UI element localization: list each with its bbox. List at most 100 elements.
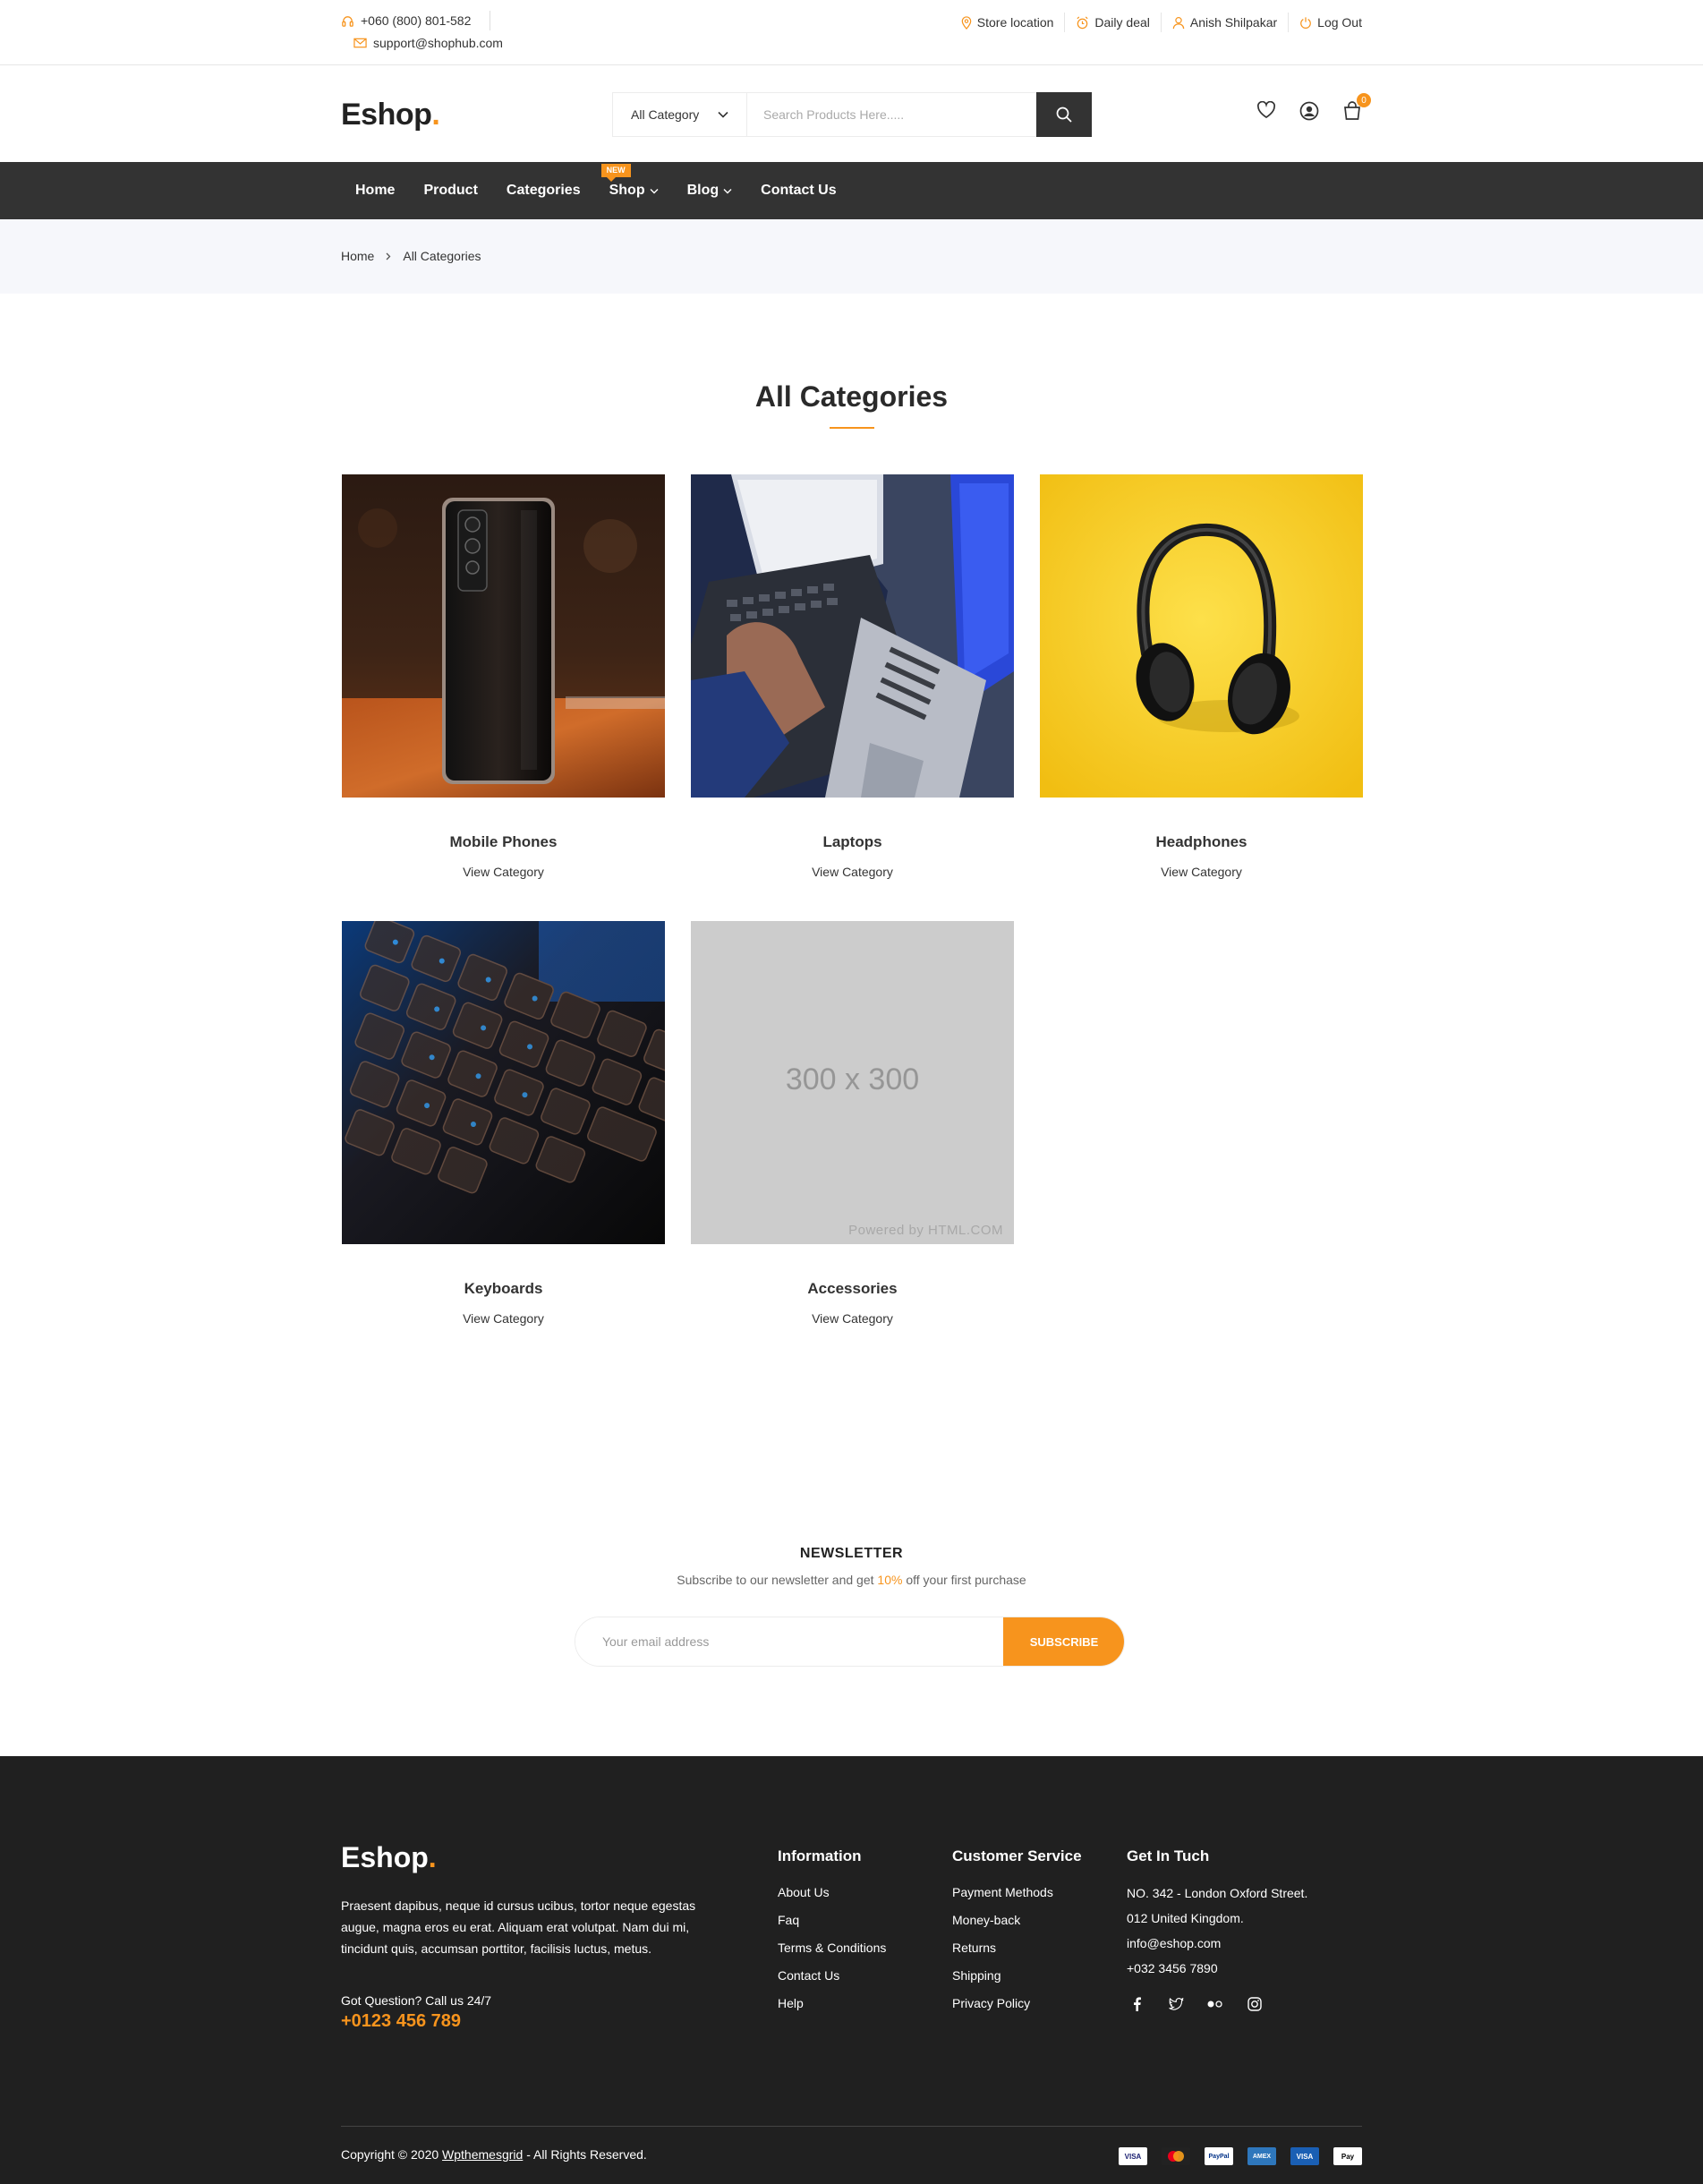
category-name[interactable]: Laptops [691, 833, 1014, 851]
chevron-down-icon [723, 188, 732, 194]
footer-contact-phone[interactable]: +032 3456 7890 [1127, 1960, 1307, 1976]
search-button[interactable] [1036, 92, 1092, 137]
footer-link-privacy[interactable]: Privacy Policy [952, 1996, 1082, 2010]
nav-label: Shop [609, 183, 645, 198]
view-category-link[interactable]: View Category [342, 865, 665, 879]
visa-icon: VISA [1119, 2147, 1147, 2165]
category-image[interactable] [1040, 474, 1363, 798]
footer-link-terms[interactable]: Terms & Conditions [778, 1941, 886, 1955]
logo[interactable]: Eshop. [341, 98, 440, 132]
category-card-keyboards[interactable]: Keyboards View Category [342, 921, 665, 1326]
category-card-laptops[interactable]: Laptops View Category [691, 474, 1014, 879]
nav-label: Contact Us [761, 183, 837, 198]
nav-item-contact[interactable]: Contact Us [746, 162, 850, 219]
flickr-icon[interactable] [1205, 1996, 1225, 2012]
category-image[interactable] [342, 474, 665, 798]
view-category-link[interactable]: View Category [1040, 865, 1363, 879]
footer-link-payment-methods[interactable]: Payment Methods [952, 1885, 1082, 1899]
footer-phone[interactable]: +0123 456 789 [341, 2011, 461, 2032]
footer-customer-service: Customer Service Payment Methods Money-b… [952, 1847, 1082, 2024]
view-category-link[interactable]: View Category [342, 1311, 665, 1326]
category-name[interactable]: Accessories [691, 1280, 1014, 1298]
footer-email[interactable]: info@eshop.com [1127, 1935, 1307, 1951]
user-icon [1172, 16, 1185, 30]
newsletter-subtitle: Subscribe to our newsletter and get 10% … [0, 1573, 1703, 1587]
facebook-icon[interactable] [1127, 1996, 1146, 2012]
instagram-icon[interactable] [1245, 1996, 1264, 2012]
headset-icon [341, 14, 354, 28]
copyright-text-end: - All Rights Reserved. [523, 2147, 647, 2162]
footer-link-returns[interactable]: Returns [952, 1941, 1082, 1955]
footer-divider [341, 2126, 1362, 2127]
category-image[interactable] [342, 921, 665, 1244]
visa-blue-icon-text: VISA [1296, 2152, 1314, 2161]
footer-information: Information About Us Faq Terms & Conditi… [778, 1847, 886, 2024]
footer-link-faq[interactable]: Faq [778, 1913, 886, 1927]
topbar-email: support@shophub.com [341, 35, 503, 51]
user-account-link[interactable]: Anish Shilpakar [1162, 13, 1290, 32]
copyright-link[interactable]: Wpthemesgrid [442, 2147, 523, 2162]
category-select[interactable]: All Category [613, 93, 747, 136]
account-icon[interactable] [1299, 101, 1319, 121]
user-name-label: Anish Shilpakar [1189, 15, 1278, 30]
category-name[interactable]: Headphones [1040, 833, 1363, 851]
nav-item-blog[interactable]: Blog [673, 162, 747, 219]
footer-address-line: 012 United Kingdom. [1127, 1911, 1244, 1925]
search-input[interactable] [747, 93, 1036, 136]
cart-count-badge: 0 [1357, 93, 1371, 107]
category-card-mobile-phones[interactable]: Mobile Phones View Category [342, 474, 665, 879]
footer-logo[interactable]: Eshop. [341, 1841, 437, 1874]
daily-deal-link[interactable]: Daily deal [1065, 13, 1162, 32]
breadcrumb-home[interactable]: Home [341, 249, 374, 263]
footer-address-line: NO. 342 - London Oxford Street. [1127, 1886, 1308, 1900]
subscribe-button[interactable]: SUBSCRIBE [1003, 1617, 1124, 1666]
logo-text: Eshop [341, 98, 432, 132]
footer-contact: Get In Tuch NO. 342 - London Oxford Stre… [1127, 1847, 1307, 2012]
category-name[interactable]: Mobile Phones [342, 833, 665, 851]
category-image[interactable] [691, 474, 1014, 798]
footer-column-title: Customer Service [952, 1847, 1082, 1864]
footer-link-help[interactable]: Help [778, 1996, 886, 2010]
footer-link-money-back[interactable]: Money-back [952, 1913, 1082, 1927]
footer-link-shipping[interactable]: Shipping [952, 1968, 1082, 1983]
newsletter-title: NEWSLETTER [799, 1546, 904, 1561]
nav-label: Product [423, 183, 478, 198]
nav-item-home[interactable]: Home [341, 162, 409, 219]
new-badge: NEW [600, 164, 631, 182]
header-icons: 0 [1256, 93, 1371, 121]
visa-blue-icon: VISA [1290, 2147, 1319, 2165]
power-icon [1299, 16, 1312, 30]
footer: Eshop. Praesent dapibus, neque id cursus… [0, 1756, 1703, 2184]
twitter-icon[interactable] [1166, 1996, 1186, 2012]
logout-link[interactable]: Log Out [1289, 13, 1362, 32]
category-select-value: All Category [631, 107, 700, 122]
footer-link-about[interactable]: About Us [778, 1885, 886, 1899]
view-category-link[interactable]: View Category [691, 1311, 1014, 1326]
footer-about: Praesent dapibus, neque id cursus ucibus… [341, 1898, 696, 1956]
envelope-icon [353, 38, 367, 48]
payment-methods: VISA PayPal AMEX VISA Pay [1119, 2147, 1362, 2165]
footer-link-contact[interactable]: Contact Us [778, 1968, 886, 1983]
placeholder-image[interactable]: 300 x 300 Powered by HTML.COM [691, 921, 1014, 1244]
category-card-accessories[interactable]: 300 x 300 Powered by HTML.COM Accessorie… [691, 921, 1014, 1326]
breadcrumb-current: All Categories [403, 249, 481, 263]
newsletter-email-input[interactable] [575, 1617, 1003, 1666]
newsletter-sub-text-end: off your first purchase [902, 1573, 1026, 1587]
daily-deal-label: Daily deal [1094, 15, 1150, 30]
nav-item-shop[interactable]: NEW Shop [595, 162, 673, 219]
paypal-icon-text: PayPal [1208, 2153, 1230, 2160]
store-location-link[interactable]: Store location [950, 13, 1066, 32]
category-name[interactable]: Keyboards [342, 1280, 665, 1298]
topbar-email-text[interactable]: support@shophub.com [373, 36, 503, 50]
nav-item-categories[interactable]: Categories [492, 162, 595, 219]
heart-icon[interactable] [1256, 101, 1276, 121]
placeholder-powered-text: Powered by HTML.COM [848, 1223, 1003, 1238]
nav-label: Categories [506, 183, 581, 198]
search-icon [1056, 107, 1072, 123]
topbar-links: Store location Daily deal Anish Shilpaka… [950, 13, 1362, 32]
category-card-headphones[interactable]: Headphones View Category [1040, 474, 1363, 879]
view-category-link[interactable]: View Category [691, 865, 1014, 879]
nav-item-product[interactable]: Product [409, 162, 491, 219]
apple-pay-icon: Pay [1333, 2147, 1362, 2165]
cart-icon[interactable]: 0 [1342, 93, 1371, 121]
